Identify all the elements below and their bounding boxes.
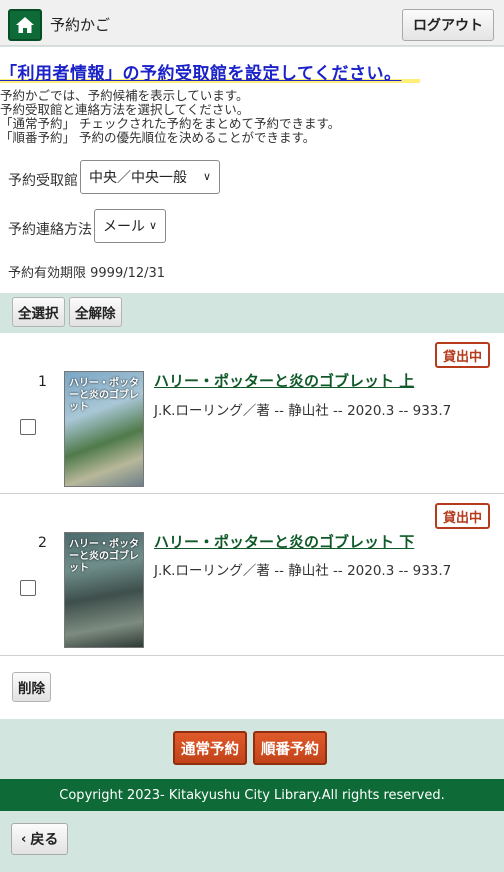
intro-text: 予約かごでは、予約候補を表示しています。 予約受取館と連絡方法を選択してください… <box>0 89 504 145</box>
header-bar: 予約かご ログアウト <box>0 0 504 46</box>
pickup-setting-notice-link[interactable]: 「利用者情報」の予約受取館を設定してください。 <box>0 59 410 84</box>
item-checkbox[interactable] <box>20 419 36 435</box>
expiry-date: 予約有効期限 9999/12/31 <box>8 266 166 281</box>
intro-line: 「順番予約」 予約の優先順位を決めることができます。 <box>0 130 316 145</box>
item-number: 1 <box>38 374 47 390</box>
contact-method-select[interactable]: メール ∨ <box>94 209 166 243</box>
reserve-actions: 通常予約 順番予約 <box>0 719 504 779</box>
cover-title: ハリー・ポッターと炎のゴブレット <box>69 539 139 574</box>
book-meta: J.K.ローリング／著 -- 静山社 -- 2020.3 -- 933.7 <box>154 563 452 579</box>
item-number: 2 <box>38 535 47 551</box>
status-badge: 貸出中 <box>434 503 490 529</box>
book-meta: J.K.ローリング／著 -- 静山社 -- 2020.3 -- 933.7 <box>154 403 452 419</box>
list-item: 貸出中 2 ハリー・ポッターと炎のゴブレット ハリー・ポッターと炎のゴブレット … <box>0 495 504 656</box>
pickup-library-value: 中央／中央一般 <box>89 170 187 186</box>
item-checkbox[interactable] <box>20 580 36 596</box>
list-item: 貸出中 1 ハリー・ポッターと炎のゴブレット ハリー・ポッターと炎のゴブレット … <box>0 333 504 494</box>
logout-button[interactable]: ログアウト <box>402 9 494 41</box>
back-label: 戻る <box>30 832 59 848</box>
footer-copyright: Copyright 2023- Kitakyushu City Library.… <box>0 779 504 811</box>
page-title: 予約かご <box>50 16 111 34</box>
intro-line: 「通常予約」 チェックされた予約をまとめて予約できます。 <box>0 116 341 131</box>
book-title-link[interactable]: ハリー・ポッターと炎のゴブレット 下 <box>154 531 414 552</box>
pickup-library-select[interactable]: 中央／中央一般 ∨ <box>80 160 220 194</box>
chevron-left-icon: ‹ <box>21 831 27 847</box>
contact-method-label: 予約連絡方法 <box>8 222 92 238</box>
intro-line: 予約受取館と連絡方法を選択してください。 <box>0 102 250 117</box>
cover-title: ハリー・ポッターと炎のゴブレット <box>69 378 139 413</box>
chevron-down-icon: ∨ <box>202 170 211 183</box>
reservation-settings: 「利用者情報」の予約受取館を設定してください。 予約かごでは、予約候補を表示して… <box>0 47 504 293</box>
book-cover[interactable]: ハリー・ポッターと炎のゴブレット <box>64 532 144 648</box>
deselect-all-button[interactable]: 全解除 <box>69 297 122 327</box>
pickup-label: 予約受取館 <box>8 173 78 189</box>
selection-bar: 全選択 全解除 <box>0 293 504 333</box>
back-button[interactable]: ‹ 戻る <box>11 823 69 855</box>
book-title-link[interactable]: ハリー・ポッターと炎のゴブレット 上 <box>154 370 414 391</box>
book-cover[interactable]: ハリー・ポッターと炎のゴブレット <box>64 371 144 487</box>
status-badge: 貸出中 <box>434 342 490 368</box>
normal-reserve-button[interactable]: 通常予約 <box>173 731 247 765</box>
contact-method-value: メール <box>103 219 145 235</box>
intro-line: 予約かごでは、予約候補を表示しています。 <box>0 88 249 103</box>
select-all-button[interactable]: 全選択 <box>12 297 65 327</box>
home-button[interactable] <box>8 9 42 41</box>
delete-button[interactable]: 削除 <box>12 672 51 702</box>
home-icon <box>16 17 34 33</box>
chevron-down-icon: ∨ <box>148 219 157 232</box>
reservation-list: 貸出中 1 ハリー・ポッターと炎のゴブレット ハリー・ポッターと炎のゴブレット … <box>0 333 504 663</box>
delete-bar: 削除 <box>0 663 504 719</box>
order-reserve-button[interactable]: 順番予約 <box>253 731 327 765</box>
back-bar: ‹ 戻る <box>0 811 504 872</box>
